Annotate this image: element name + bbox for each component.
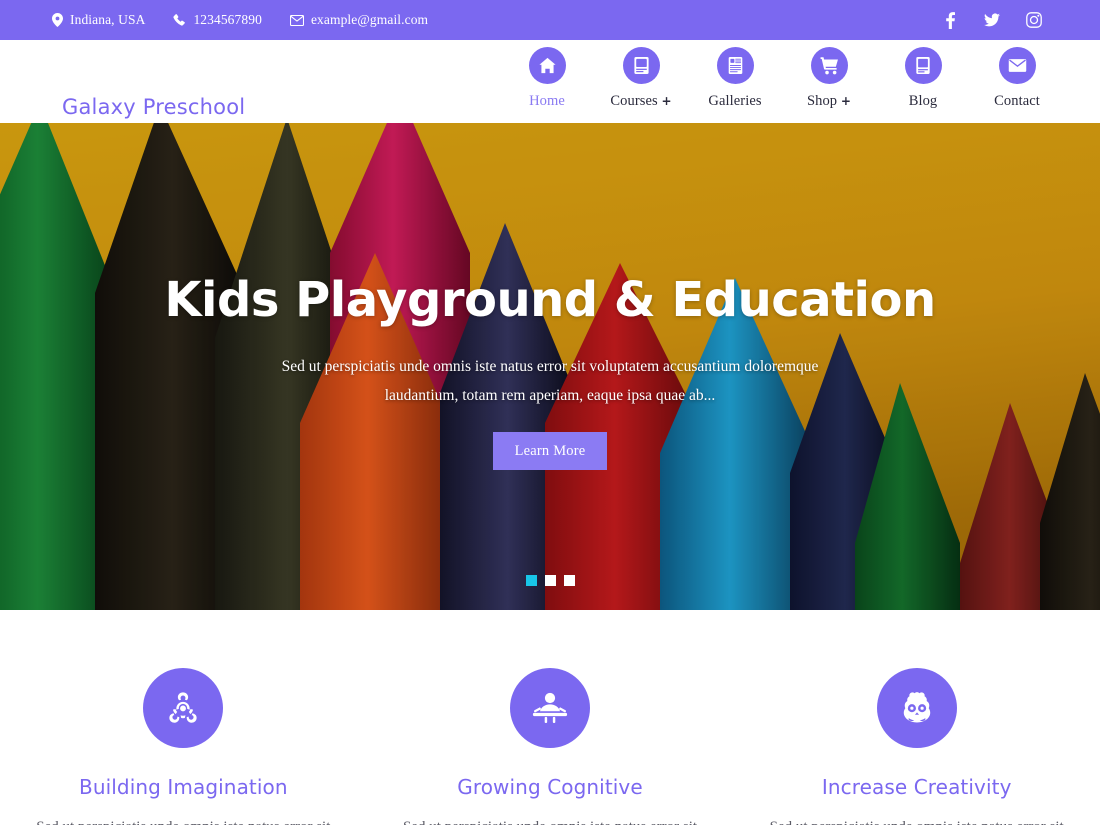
mail-icon	[998, 47, 1036, 84]
hero-content: Kids Playground & Education Sed ut persp…	[0, 123, 1100, 610]
main-navigation: Home Courses + Galleries Shop + Blog Con…	[500, 40, 1064, 123]
twitter-icon[interactable]	[984, 12, 1000, 28]
phone-text: 1234567890	[193, 12, 262, 27]
phone-icon	[173, 13, 186, 27]
feature-description-2: Sed ut perspiciatis unde omnis iste natu…	[400, 815, 700, 825]
feature-title-1: Building Imagination	[79, 775, 288, 799]
shop-dropdown-indicator: +	[840, 94, 852, 108]
hero-title: Kids Playground & Education	[164, 272, 936, 328]
top-contact-bar: Indiana, USA 1234567890 example@gmail.co…	[0, 0, 1100, 40]
cart-icon	[810, 47, 848, 84]
nav-label-shop: Shop +	[806, 93, 852, 109]
location-pin-icon	[52, 13, 63, 27]
nav-label-courses: Courses +	[610, 93, 672, 109]
nav-label-blog: Blog	[908, 93, 938, 109]
book-icon	[622, 47, 660, 84]
feature-description-3: Sed ut perspiciatis unde omnis iste natu…	[767, 815, 1067, 825]
home-icon	[528, 47, 566, 84]
owl-icon	[876, 668, 957, 748]
social-links	[942, 0, 1042, 40]
location-info: Indiana, USA	[52, 12, 145, 28]
phone-info[interactable]: 1234567890	[173, 12, 262, 28]
features-section: Building Imagination Sed ut perspiciatis…	[0, 610, 1100, 825]
top-contact-info: Indiana, USA 1234567890 example@gmail.co…	[52, 12, 428, 28]
feature-card-building-imagination: Building Imagination Sed ut perspiciatis…	[0, 668, 367, 825]
blog-icon	[904, 47, 942, 84]
biohazard-icon	[143, 668, 224, 748]
teacher-icon	[510, 668, 590, 748]
feature-card-increase-creativity: Increase Creativity Sed ut perspiciatis …	[733, 668, 1100, 825]
nav-item-galleries[interactable]: Galleries	[688, 40, 782, 110]
email-info[interactable]: example@gmail.com	[289, 12, 429, 28]
gallery-icon	[716, 47, 754, 84]
hero-subtitle: Sed ut perspiciatis unde omnis iste natu…	[281, 357, 819, 404]
envelope-icon	[289, 14, 304, 26]
facebook-icon[interactable]	[942, 11, 958, 29]
nav-item-home[interactable]: Home	[500, 40, 594, 110]
instagram-icon[interactable]	[1026, 12, 1042, 28]
nav-label-home: Home	[529, 93, 565, 109]
courses-dropdown-indicator: +	[661, 94, 672, 108]
nav-label-galleries: Galleries	[708, 93, 762, 109]
feature-card-growing-cognitive: Growing Cognitive Sed ut perspiciatis un…	[367, 668, 734, 825]
nav-item-contact[interactable]: Contact	[970, 40, 1064, 110]
nav-label-contact: Contact	[994, 93, 1040, 109]
slider-pagination	[0, 575, 1100, 586]
feature-title-2: Growing Cognitive	[457, 775, 643, 799]
slider-dot-1[interactable]	[525, 575, 537, 586]
email-text: example@gmail.com	[310, 12, 429, 27]
site-header: Galaxy Preschool Home Courses + Gallerie	[0, 40, 1100, 123]
site-logo[interactable]: Galaxy Preschool	[62, 95, 245, 119]
nav-item-shop[interactable]: Shop +	[782, 40, 876, 110]
nav-item-blog[interactable]: Blog	[876, 40, 970, 110]
slider-dot-2[interactable]	[544, 575, 556, 586]
hero-slider: Kids Playground & Education Sed ut persp…	[0, 123, 1100, 610]
feature-description-1: Sed ut perspiciatis unde omnis iste natu…	[33, 815, 333, 825]
feature-title-3: Increase Creativity	[821, 775, 1012, 799]
learn-more-button[interactable]: Learn More	[493, 432, 607, 471]
nav-item-courses[interactable]: Courses +	[594, 40, 688, 110]
location-text: Indiana, USA	[70, 12, 146, 27]
slider-dot-3[interactable]	[563, 575, 575, 586]
